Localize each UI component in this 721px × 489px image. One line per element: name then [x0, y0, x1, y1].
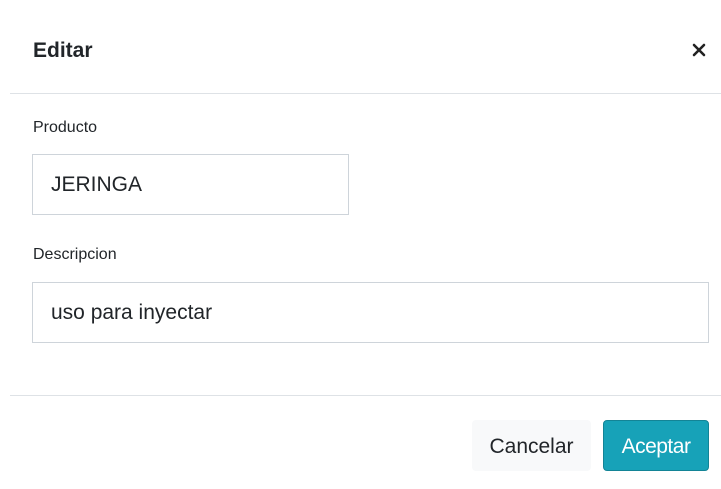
modal-title: Editar: [33, 39, 93, 62]
header-divider: [10, 93, 721, 94]
footer-divider: [10, 395, 721, 396]
edit-modal: Editar Producto Descripcion Cancelar Ace…: [0, 0, 721, 489]
accept-button[interactable]: Aceptar: [603, 420, 709, 471]
descripcion-input[interactable]: [32, 282, 709, 343]
producto-input[interactable]: [32, 154, 349, 215]
close-icon: [692, 43, 706, 60]
descripcion-label: Descripcion: [33, 246, 117, 263]
producto-label: Producto: [33, 119, 98, 136]
close-button[interactable]: [684, 36, 714, 66]
modal-header: Editar: [0, 0, 721, 94]
cancel-button[interactable]: Cancelar: [472, 420, 591, 471]
